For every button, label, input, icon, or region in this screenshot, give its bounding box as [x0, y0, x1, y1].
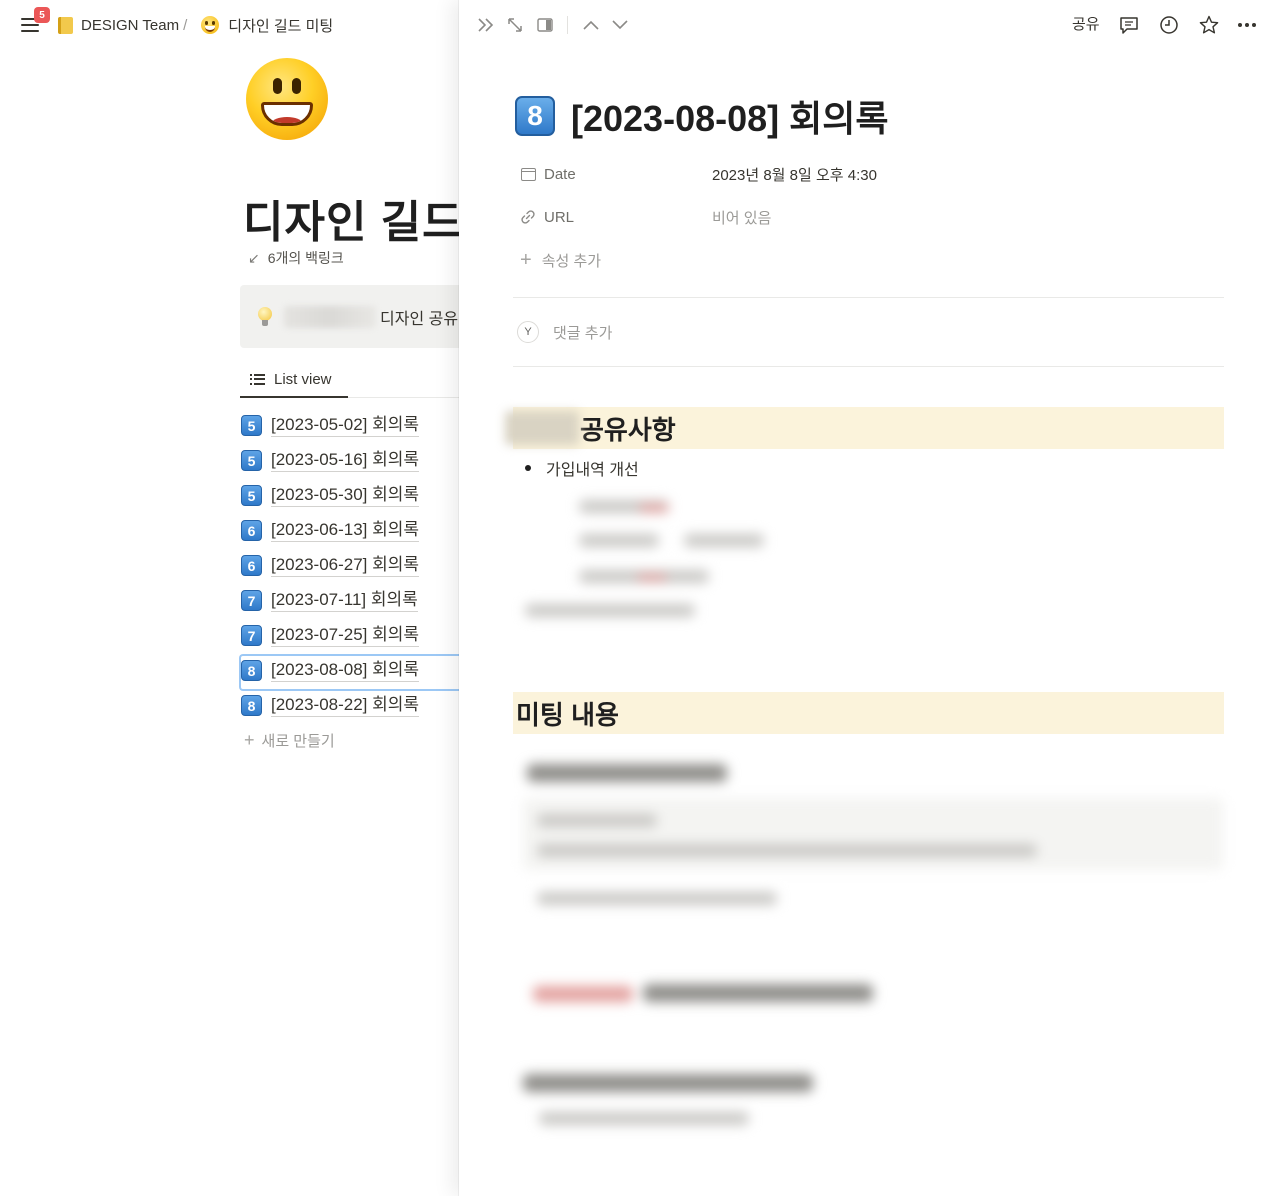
backlinks-label: 6개의 백링크: [267, 250, 344, 266]
notification-badge: 5: [34, 7, 50, 23]
property-name: Date: [520, 166, 712, 183]
keycap-number-icon: 6: [241, 520, 262, 541]
heading-text: 공유사항: [580, 414, 676, 445]
list-item[interactable]: 6 [2023-06-13] 회의록: [240, 513, 459, 548]
add-property-label: 속성 추가: [541, 253, 602, 270]
keycap-number-icon: 6: [241, 555, 262, 576]
heading-meeting[interactable]: 미팅 내용: [513, 692, 1224, 734]
document-title[interactable]: 8 [2023-08-08] 회의록: [515, 90, 889, 142]
keycap-number-icon: 7: [241, 625, 262, 646]
bullet-text: 가입내역 개선: [546, 462, 639, 479]
property-name: URL: [520, 209, 712, 226]
list-item[interactable]: 7 [2023-07-11] 회의록: [240, 583, 459, 618]
grinning-face-icon: [201, 16, 220, 34]
toolbar-divider: [567, 16, 568, 34]
property-date[interactable]: Date 2023년 8월 8일 오후 4:30: [520, 161, 877, 187]
callout-block[interactable]: 디자인 공유: [240, 285, 459, 348]
list-item-title: [2023-05-16] 회의록: [271, 449, 420, 472]
light-bulb-icon: [258, 306, 272, 327]
keycap-number-icon: 5: [241, 415, 262, 436]
list-item-title: [2023-05-30] 회의록: [271, 484, 420, 507]
list-item[interactable]: 5 [2023-05-16] 회의록: [240, 443, 459, 478]
list-item-selected[interactable]: 8 [2023-08-08] 회의록: [239, 653, 459, 691]
list-item-title: [2023-07-11] 회의록: [271, 589, 418, 612]
keycap-number-icon: 5: [241, 485, 262, 506]
bullet-dot: [525, 465, 531, 471]
avatar: Y: [517, 321, 539, 343]
collapse-double-chevron-icon[interactable]: [475, 14, 497, 36]
keycap-number-icon: 8: [515, 96, 555, 136]
property-value-empty[interactable]: 비어 있음: [712, 207, 771, 228]
expand-arrows-icon[interactable]: [504, 14, 526, 36]
keycap-number-icon: 8: [241, 695, 262, 716]
add-comment-field[interactable]: Y 댓글 추가: [517, 321, 612, 343]
add-property-button[interactable]: + 속성 추가: [520, 249, 601, 272]
clock-history-icon[interactable]: [1158, 14, 1180, 36]
divider: [513, 366, 1224, 367]
document-title-text: [2023-08-08] 회의록: [571, 98, 889, 139]
comment-placeholder: 댓글 추가: [553, 324, 613, 342]
more-dots-icon[interactable]: [1236, 14, 1258, 36]
arrow-down-left-icon: ↙: [248, 249, 260, 266]
page-title[interactable]: 디자인 길드: [243, 186, 459, 250]
redacted-content: [513, 748, 1233, 1148]
redacted-text: [284, 305, 376, 328]
keycap-number-icon: 8: [241, 660, 262, 681]
property-url[interactable]: URL 비어 있음: [520, 204, 771, 230]
chevron-down-icon[interactable]: [609, 14, 631, 36]
tab-label: List view: [274, 370, 332, 388]
divider: [513, 297, 1224, 298]
bullet-item[interactable]: 가입내역 개선: [525, 456, 639, 480]
list-item-title: [2023-07-25] 회의록: [271, 624, 420, 647]
list-item-title: [2023-08-22] 회의록: [271, 694, 420, 717]
backlinks-button[interactable]: ↙ 6개의 백링크: [248, 248, 344, 268]
star-icon[interactable]: [1198, 14, 1220, 36]
list-item[interactable]: 7 [2023-07-25] 회의록: [240, 618, 459, 653]
chevron-up-icon[interactable]: [580, 14, 602, 36]
property-label: Date: [544, 165, 576, 183]
callout-text: 디자인 공유: [380, 310, 459, 328]
top-bar: 5 DESIGN Team / 디자인 길드 미팅: [0, 0, 459, 50]
list-icon: [250, 373, 265, 385]
breadcrumb-separator: /: [183, 16, 188, 34]
list-item-title: [2023-08-08] 회의록: [271, 659, 420, 682]
breadcrumb-label: 디자인 길드 미팅: [228, 17, 334, 35]
keycap-number-icon: 7: [241, 590, 262, 611]
list-item[interactable]: 6 [2023-06-27] 회의록: [240, 548, 459, 583]
side-peek-panel: 공유 8 [2023-08-08] 회의록 Date 2023년 8월 8일 오…: [459, 0, 1280, 1196]
heading-share[interactable]: 공유사항: [505, 407, 1224, 449]
redacted-text: [505, 411, 579, 445]
view-tabs: List view: [240, 362, 459, 398]
keycap-number-icon: 5: [241, 450, 262, 471]
list-item[interactable]: 5 [2023-05-30] 회의록: [240, 478, 459, 513]
side-peek-icon[interactable]: [534, 14, 556, 36]
list-item-title: [2023-06-13] 회의록: [271, 519, 420, 542]
property-value[interactable]: 2023년 8월 8일 오후 4:30: [712, 164, 877, 185]
plus-icon: +: [244, 730, 255, 750]
breadcrumb-label: DESIGN Team: [81, 16, 180, 34]
list-item[interactable]: 8 [2023-08-22] 회의록: [240, 688, 459, 723]
tab-list-view[interactable]: List view: [240, 362, 348, 398]
comment-icon[interactable]: [1118, 14, 1140, 36]
grinning-face-icon[interactable]: [246, 58, 328, 140]
peek-toolbar: 공유: [459, 0, 1280, 50]
property-label: URL: [544, 208, 575, 226]
meeting-list: 5 [2023-05-02] 회의록 5 [2023-05-16] 회의록 5 …: [239, 408, 459, 758]
share-button[interactable]: 공유: [1072, 13, 1100, 34]
breadcrumb-item-design-team[interactable]: DESIGN Team: [58, 16, 180, 34]
list-item-title: [2023-05-02] 회의록: [271, 414, 420, 437]
redacted-content: [519, 488, 839, 628]
link-icon: [520, 209, 536, 225]
calendar-icon: [520, 166, 536, 182]
list-item[interactable]: 5 [2023-05-02] 회의록: [240, 408, 459, 443]
notebook-icon: [58, 16, 73, 34]
heading-text: 미팅 내용: [516, 699, 619, 730]
list-item-title: [2023-06-27] 회의록: [271, 554, 420, 577]
breadcrumb-item-guild-meeting[interactable]: 디자인 길드 미팅: [201, 15, 333, 36]
main-page: 5 DESIGN Team / 디자인 길드 미팅 디자인 길드 ↙ 6개의 백…: [0, 0, 459, 1086]
plus-icon: +: [520, 249, 532, 271]
new-item-button[interactable]: + 새로 만들기: [240, 723, 459, 758]
new-item-label: 새로 만들기: [261, 733, 335, 750]
sidebar-menu-button[interactable]: 5: [18, 7, 50, 37]
